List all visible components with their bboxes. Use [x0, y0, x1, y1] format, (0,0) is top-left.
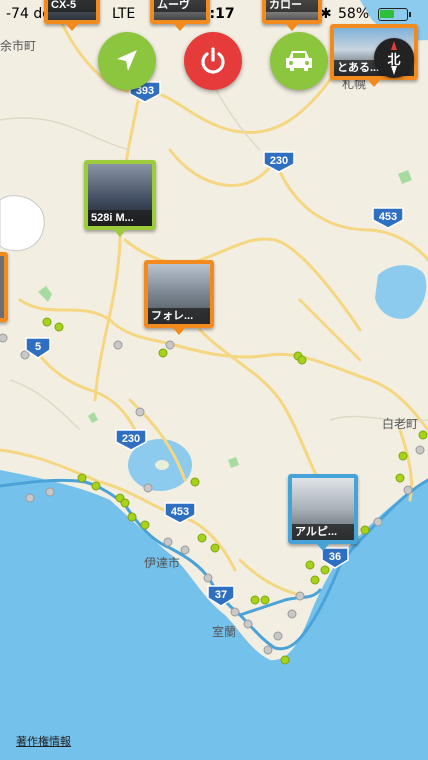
network-label: LTE [112, 6, 136, 22]
compass-button[interactable]: 北 [374, 38, 414, 78]
svg-text:453: 453 [379, 211, 397, 223]
marker-pointer [172, 327, 186, 335]
photo-marker[interactable]: ムーヴ [150, 0, 210, 31]
svg-text:230: 230 [122, 433, 140, 445]
place-label: 余市町 [0, 38, 36, 53]
car-icon [286, 51, 312, 71]
marker-pointer [367, 79, 381, 87]
photo-marker[interactable]: アルピ... [288, 474, 358, 551]
map-canvas[interactable]: 393 230 453 5 230 453 36 37 余市町 札幌 白老町 伊… [0, 0, 428, 760]
compass-label: 北 [387, 53, 401, 68]
battery-icon [378, 8, 408, 21]
power-button[interactable] [184, 32, 242, 90]
marker-pointer [285, 23, 299, 31]
photo-marker[interactable] [0, 252, 8, 322]
marker-caption: ムーヴ [154, 0, 206, 12]
marker-pointer [65, 23, 79, 31]
power-icon [201, 47, 225, 74]
car-button[interactable] [270, 32, 328, 90]
marker-caption: アルピ... [292, 524, 354, 540]
marker-caption: カロー [266, 0, 318, 12]
photo-marker[interactable]: 528i M... [84, 160, 156, 237]
svg-text:36: 36 [329, 551, 341, 563]
marker-caption: CX-5 [48, 0, 96, 12]
photo-marker[interactable]: フォレ... [144, 260, 214, 335]
photo-marker[interactable]: カロー [262, 0, 322, 31]
place-label: 白老町 [382, 416, 418, 431]
svg-text:5: 5 [35, 341, 41, 353]
marker-pointer [113, 229, 127, 237]
battery-tip [409, 12, 411, 17]
photo-marker[interactable]: CX-5 [44, 0, 100, 31]
marker-caption: フォレ... [148, 308, 210, 324]
svg-text:230: 230 [270, 155, 288, 167]
battery-percent: 58% [338, 6, 370, 22]
svg-text:37: 37 [215, 589, 227, 601]
marker-pointer [316, 543, 330, 551]
location-arrow-icon [117, 50, 137, 71]
copyright-link[interactable]: 著作権情報 [16, 733, 71, 749]
car-photo [0, 256, 4, 318]
locate-button[interactable] [98, 32, 156, 90]
marker-caption: 528i M... [88, 210, 152, 226]
place-label: 室蘭 [212, 624, 236, 639]
lake-toya-island [155, 460, 169, 470]
place-label: 伊達市 [144, 555, 180, 570]
marker-pointer [173, 23, 187, 31]
svg-text:453: 453 [171, 506, 189, 518]
